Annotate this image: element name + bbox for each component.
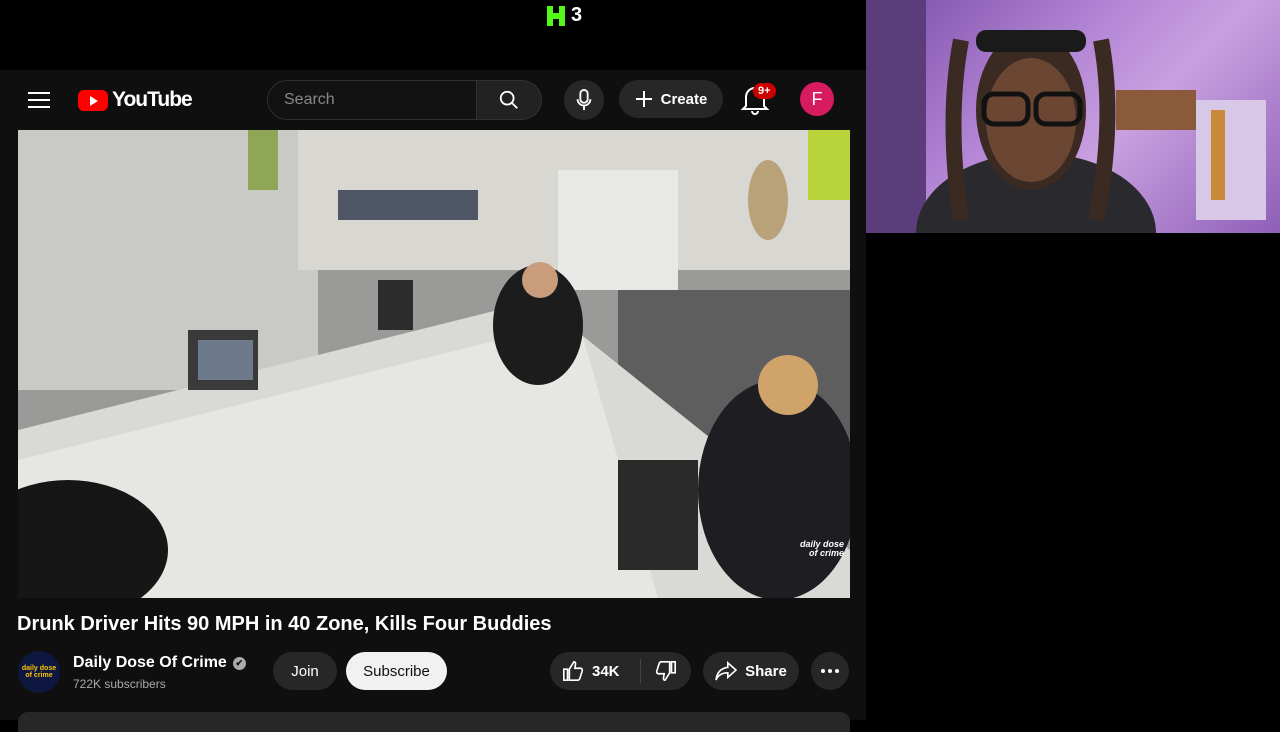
account-initial: F (811, 88, 823, 109)
menu-icon[interactable] (26, 88, 52, 112)
like-button[interactable]: 34K (550, 659, 641, 683)
video-player[interactable]: daily dose of crime (18, 130, 850, 598)
video-watermark: daily dose of crime (799, 539, 844, 558)
subscriber-count: 722K subscribers (73, 677, 166, 691)
youtube-header: YouTube Search Create 9+ F (0, 70, 866, 130)
share-button[interactable]: Share (703, 652, 799, 690)
search-input[interactable]: Search (267, 80, 477, 120)
youtube-panel: YouTube Search Create 9+ F daily dose of… (0, 70, 866, 732)
dislike-button[interactable] (641, 652, 691, 690)
share-label: Share (745, 662, 787, 680)
youtube-wordmark: YouTube (112, 88, 193, 111)
youtube-play-icon (78, 89, 108, 111)
streamer-webcam (866, 0, 1280, 233)
kick-logo-icon (547, 5, 565, 26)
video-frame (18, 130, 850, 598)
search-icon (499, 90, 518, 109)
subscribe-button[interactable]: Subscribe (346, 652, 447, 690)
like-count: 34K (592, 662, 620, 680)
thumbs-up-icon (563, 661, 584, 681)
like-dislike-group: 34K (550, 652, 691, 690)
stream-top-bar: 3 (0, 0, 866, 70)
more-actions-button[interactable] (811, 652, 849, 690)
webcam-frame (866, 0, 1266, 233)
plus-icon (635, 91, 652, 107)
search-button[interactable] (476, 80, 542, 120)
verified-badge-icon: ✔ (232, 656, 246, 670)
create-label: Create (660, 90, 708, 108)
microphone-icon (576, 89, 592, 111)
channel-name[interactable]: Daily Dose Of Crime ✔ (73, 654, 246, 672)
kick-count: 3 (571, 4, 583, 26)
more-horizontal-icon (821, 669, 839, 673)
search-placeholder: Search (284, 91, 335, 108)
join-button[interactable]: Join (273, 652, 337, 690)
thumbs-down-icon (655, 661, 676, 681)
kick-counter: 3 (547, 4, 582, 27)
channel-avatar[interactable]: daily dose of crime (18, 651, 60, 693)
video-title: Drunk Driver Hits 90 MPH in 40 Zone, Kil… (17, 613, 552, 635)
create-button[interactable]: Create (619, 80, 723, 118)
share-icon (715, 661, 738, 681)
voice-search-button[interactable] (564, 80, 604, 120)
notifications-badge: 9+ (753, 83, 776, 99)
account-avatar[interactable]: F (800, 82, 834, 116)
description-panel[interactable] (18, 712, 850, 732)
youtube-logo[interactable]: YouTube (78, 88, 193, 112)
